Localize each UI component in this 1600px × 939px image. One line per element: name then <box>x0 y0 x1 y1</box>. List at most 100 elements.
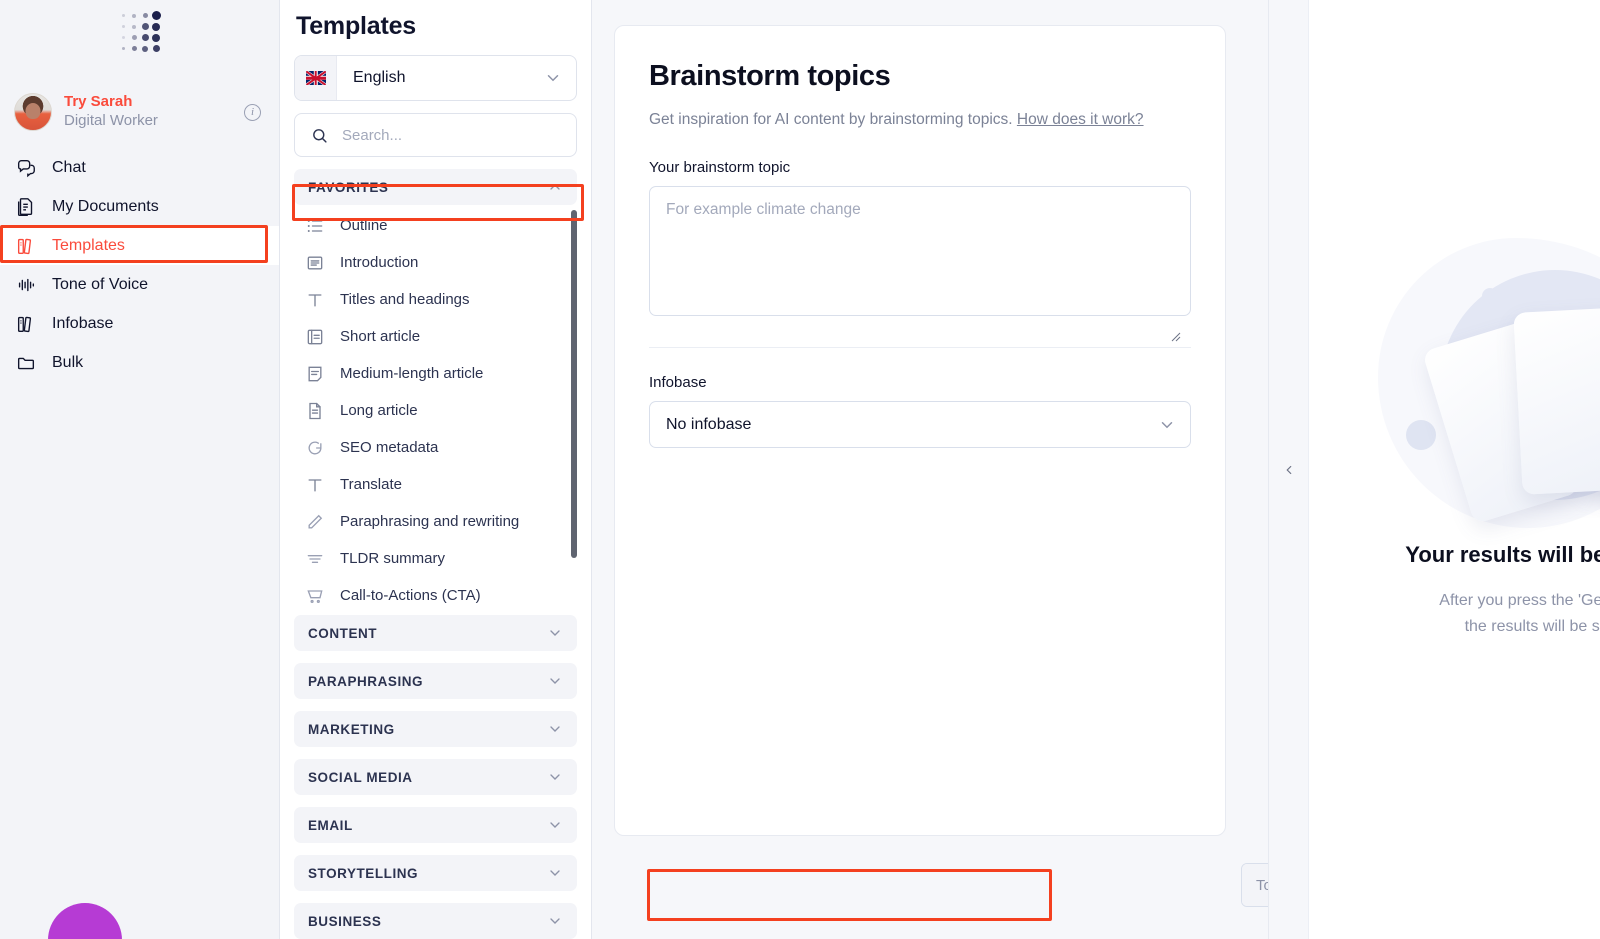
list-item[interactable]: Paraphrasing and rewriting <box>294 503 577 540</box>
sidebar-nav: Chat My Documents Templates Tone of Voic… <box>0 148 279 382</box>
text-t-icon <box>304 289 326 311</box>
form-title: Brainstorm topics <box>649 60 891 92</box>
sidebar-item-my-documents[interactable]: My Documents <box>0 187 279 226</box>
avatar <box>14 93 52 131</box>
chevron-down-icon <box>550 726 560 732</box>
chevron-down-icon <box>550 870 560 876</box>
uk-flag-icon <box>295 56 337 100</box>
list-item[interactable]: Translate <box>294 466 577 503</box>
topic-input[interactable] <box>649 186 1191 316</box>
sidebar-item-label: Templates <box>52 236 125 254</box>
list-item-label: Short article <box>340 328 421 345</box>
list-item-label: Long article <box>340 402 418 419</box>
documents-icon <box>14 195 38 219</box>
language-select[interactable]: English <box>294 55 577 101</box>
list-item[interactable]: Introduction <box>294 244 577 281</box>
page-title: Templates <box>296 12 417 40</box>
sidebar-item-templates[interactable]: Templates <box>0 226 279 265</box>
search-input[interactable] <box>342 126 576 144</box>
list-item-label: Paraphrasing and rewriting <box>340 513 520 530</box>
topic-field-label: Your brainstorm topic <box>649 159 791 176</box>
category-storytelling[interactable]: STORYTELLING <box>294 855 577 891</box>
favorites-label: FAVORITES <box>308 179 389 195</box>
chevron-down-icon <box>550 774 560 780</box>
language-value: English <box>353 69 406 86</box>
chat-bubbles-icon <box>14 156 38 180</box>
templates-scrollbar[interactable] <box>571 210 577 558</box>
category-content[interactable]: CONTENT <box>294 615 577 651</box>
category-paraphrasing[interactable]: PARAPHRASING <box>294 663 577 699</box>
infobase-select[interactable]: No infobase <box>649 401 1191 448</box>
category-business[interactable]: BUSINESS <box>294 903 577 939</box>
list-item[interactable]: Outline <box>294 207 577 244</box>
category-email[interactable]: EMAIL <box>294 807 577 843</box>
list-item[interactable]: Short article <box>294 318 577 355</box>
list-item-label: SEO metadata <box>340 439 439 456</box>
profile-text: Try Sarah Digital Worker <box>64 93 244 131</box>
sidebar-item-infobase[interactable]: Infobase <box>0 304 279 343</box>
category-label: PARAPHRASING <box>308 673 424 689</box>
short-article-icon <box>304 326 326 348</box>
info-icon[interactable]: i <box>244 103 261 121</box>
sidebar-item-label: Tone of Voice <box>52 275 149 293</box>
infobase-value: No infobase <box>666 415 752 433</box>
category-label: CONTENT <box>308 625 378 641</box>
results-subtitle-line1: After you press the 'Generate' button <box>1439 591 1600 609</box>
template-search[interactable] <box>294 113 577 157</box>
section-divider <box>649 347 1191 348</box>
resize-handle-icon[interactable] <box>1171 332 1181 342</box>
chevron-down-icon <box>547 75 559 82</box>
results-subtitle: After you press the 'Generate' button th… <box>1439 588 1600 639</box>
list-item[interactable]: Call-to-Actions (CTA) <box>294 577 577 605</box>
list-item[interactable]: TLDR summary <box>294 540 577 577</box>
category-label: SOCIAL MEDIA <box>308 769 413 785</box>
category-social-media[interactable]: SOCIAL MEDIA <box>294 759 577 795</box>
medium-article-icon <box>304 363 326 385</box>
list-item[interactable]: SEO metadata <box>294 429 577 466</box>
list-item[interactable]: Medium-length article <box>294 355 577 392</box>
how-does-it-work-link[interactable]: How does it work? <box>1017 111 1144 128</box>
sidebar-item-label: My Documents <box>52 197 159 215</box>
pencil-icon <box>304 511 326 533</box>
template-form-card: Brainstorm topics Get inspiration for AI… <box>614 25 1226 836</box>
app-logo[interactable] <box>0 0 279 60</box>
list-item-label: Medium-length article <box>340 365 484 382</box>
user-profile[interactable]: Try Sarah Digital Worker i <box>0 82 279 142</box>
list-item-label: Outline <box>340 217 388 234</box>
sidebar-item-label: Infobase <box>52 314 114 332</box>
sidebar-item-tone-of-voice[interactable]: Tone of Voice <box>0 265 279 304</box>
text-t-icon <box>304 474 326 496</box>
category-label: MARKETING <box>308 721 395 737</box>
list-item-label: Translate <box>340 476 402 493</box>
list-item[interactable]: Long article <box>294 392 577 429</box>
books-icon <box>14 312 38 336</box>
sidebar-item-bulk[interactable]: Bulk <box>0 343 279 382</box>
profile-role: Digital Worker <box>64 112 158 129</box>
list-item-label: TLDR summary <box>340 550 446 567</box>
sidebar-item-chat[interactable]: Chat <box>0 148 279 187</box>
books-icon <box>14 234 38 258</box>
category-list: CONTENT PARAPHRASING MARKETING SOCIAL ME… <box>294 603 577 939</box>
collapse-results-button[interactable] <box>1269 0 1309 939</box>
favorites-section-header[interactable]: FAVORITES <box>294 169 577 205</box>
results-empty-state: Your results will be shown here After yo… <box>1309 0 1600 939</box>
list-item-label: Call-to-Actions (CTA) <box>340 587 481 604</box>
profile-name: Try Sarah <box>64 93 133 111</box>
list-icon <box>304 215 326 237</box>
infobase-field-label: Infobase <box>649 374 707 391</box>
results-subtitle-line2: the results will be shown here <box>1464 617 1600 635</box>
folder-icon <box>14 351 38 375</box>
results-title: Your results will be shown here <box>1405 541 1600 567</box>
search-icon <box>313 128 327 143</box>
waveform-icon <box>14 273 38 297</box>
chevron-down-icon <box>550 822 560 828</box>
chevron-down-icon <box>1161 421 1173 428</box>
favorites-template-list[interactable]: Outline Introduction Titles and headings… <box>294 207 577 605</box>
list-item[interactable]: Titles and headings <box>294 281 577 318</box>
category-label: STORYTELLING <box>308 865 419 881</box>
empty-state-illustration <box>1370 230 1600 530</box>
chevron-down-icon <box>550 678 560 684</box>
category-marketing[interactable]: MARKETING <box>294 711 577 747</box>
list-item-label: Introduction <box>340 254 419 271</box>
paragraph-box-icon <box>304 252 326 274</box>
